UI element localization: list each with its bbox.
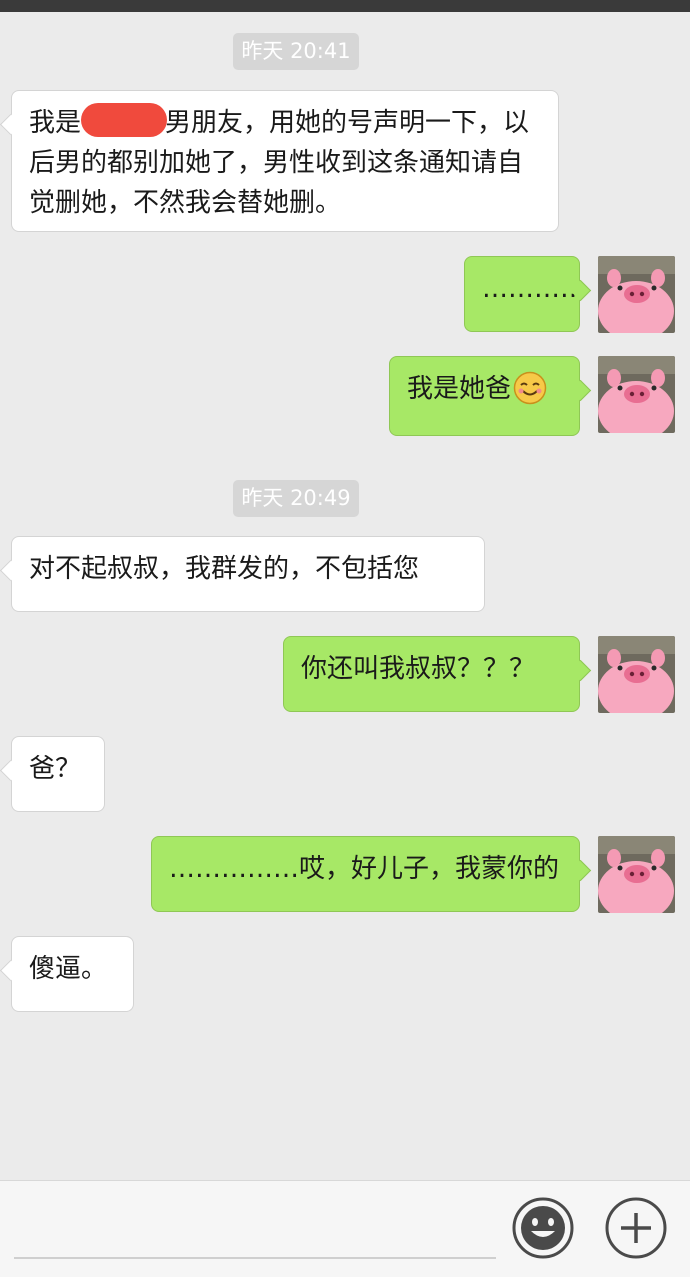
- message-text: 傻逼。: [29, 954, 108, 984]
- smile-emoji-icon: [513, 371, 547, 405]
- pink-pig-avatar-icon[interactable]: [598, 636, 675, 713]
- pink-pig-avatar-icon[interactable]: [598, 836, 675, 913]
- incoming-message-bubble[interactable]: 我是 男朋友，用她的号声明一下，以后男的都别加她了，男性收到这条通知请自觉删她，不…: [11, 90, 559, 232]
- incoming-message-bubble[interactable]: 爸？: [11, 736, 105, 812]
- pink-pig-avatar-icon[interactable]: [598, 356, 675, 433]
- outgoing-message-bubble[interactable]: ……………哎，好儿子，我蒙你的: [151, 836, 580, 912]
- outgoing-message-bubble[interactable]: 你还叫我叔叔？？？: [283, 636, 580, 712]
- timestamp: 昨天 20:41: [233, 33, 359, 70]
- input-toolbar: [0, 1180, 690, 1277]
- message-text: 爸？: [29, 754, 82, 784]
- incoming-message-bubble[interactable]: 对不起叔叔，我群发的，不包括您: [11, 536, 485, 612]
- message-text: …………: [482, 274, 586, 304]
- message-input[interactable]: [14, 1257, 496, 1259]
- message-text: 我是她爸: [407, 374, 512, 404]
- outgoing-message-bubble[interactable]: 我是她爸: [389, 356, 580, 436]
- plus-icon[interactable]: [605, 1197, 667, 1259]
- smiley-face-icon[interactable]: [512, 1197, 574, 1259]
- redaction-mark: [81, 103, 168, 137]
- message-text-prefix: 我是: [29, 108, 82, 138]
- outgoing-message-bubble[interactable]: …………: [464, 256, 586, 332]
- message-text: ……………哎，好儿子，我蒙你的: [169, 854, 560, 884]
- pink-pig-avatar-icon[interactable]: [598, 256, 675, 333]
- status-bar: [0, 0, 690, 12]
- message-text: 你还叫我叔叔？？？: [301, 654, 536, 684]
- message-text: 对不起叔叔，我群发的，不包括您: [29, 554, 420, 584]
- incoming-message-bubble[interactable]: 傻逼。: [11, 936, 134, 1012]
- timestamp: 昨天 20:49: [233, 480, 359, 517]
- chat-area[interactable]: 昨天 20:41 我是 男朋友，用她的号声明一下，以后男的都别加她了，男性收到这条…: [0, 12, 690, 1180]
